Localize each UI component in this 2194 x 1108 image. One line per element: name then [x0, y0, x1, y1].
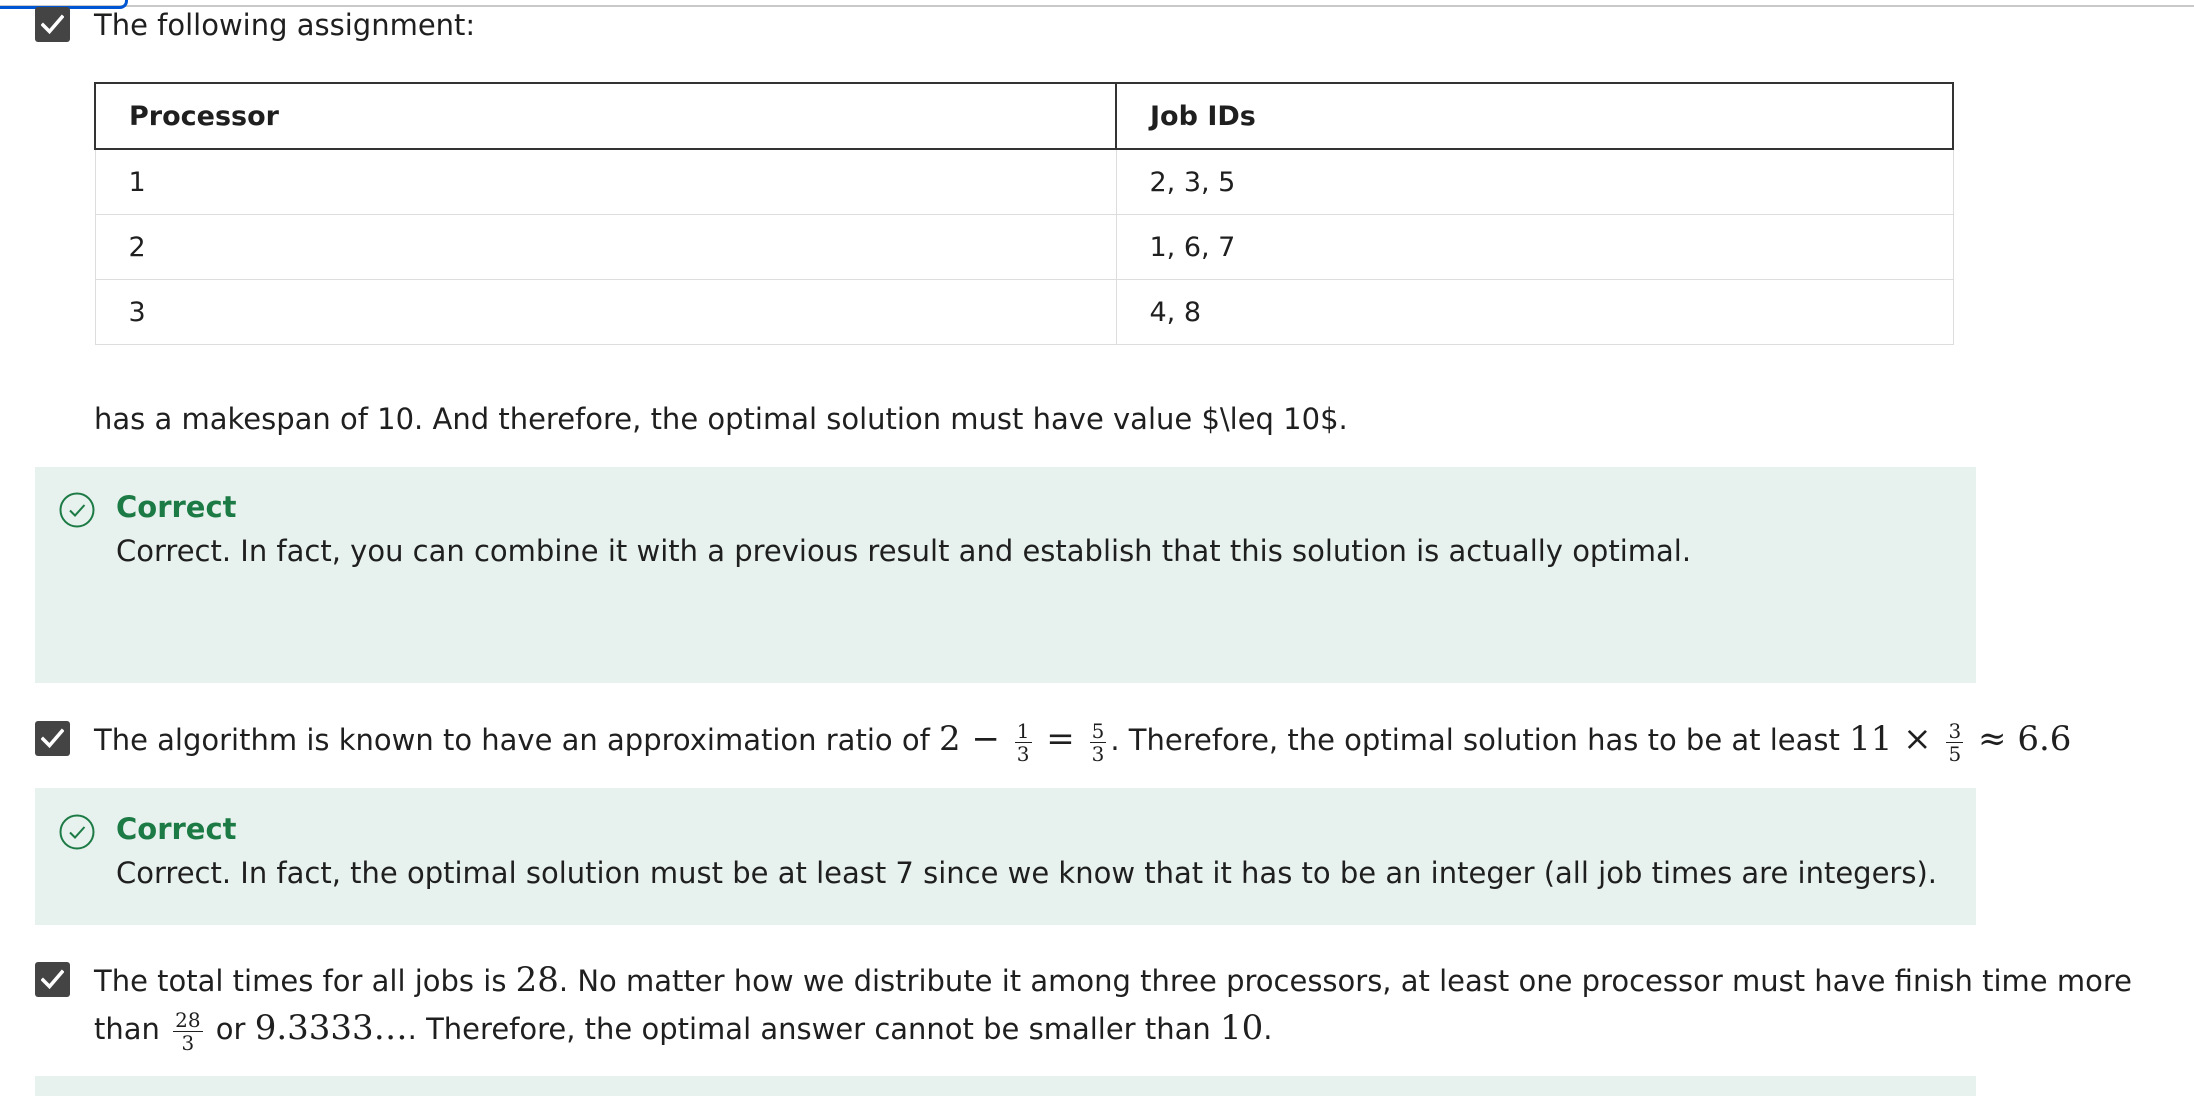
text-segment: than [94, 1012, 170, 1046]
feedback-body: Correct. In fact, you can combine it wit… [116, 534, 1692, 568]
text-segment: . [1263, 1012, 1273, 1046]
assignment-table: Processor Job IDs 1 2, 3, 5 2 1, 6, 7 3 … [94, 82, 1954, 345]
check-circle-icon [59, 814, 95, 850]
option-2-text: The algorithm is known to have an approx… [94, 715, 2071, 765]
column-header-processor: Processor [94, 82, 1117, 150]
math-operator: × [1892, 719, 1943, 759]
math-fraction: 35 [1946, 718, 1964, 766]
fraction-numerator: 3 [1946, 718, 1964, 743]
column-header-job-ids: Job IDs [1115, 82, 1954, 150]
feedback-box-2: Correct Correct. In fact, the optimal so… [35, 788, 1976, 925]
math-fraction: 28 3 [173, 1007, 203, 1055]
table-cell-processor: 3 [94, 279, 1117, 345]
option-3-line-1: The total times for all jobs is 28. No m… [94, 956, 2132, 1005]
table-cell-processor: 2 [94, 214, 1117, 280]
math-number: 9.3333… [254, 1008, 408, 1048]
fraction-numerator: 5 [1089, 718, 1107, 743]
option-3-checkbox[interactable] [35, 962, 70, 997]
option-2-checkbox[interactable] [35, 721, 70, 756]
text-segment: . No matter how we distribute it among t… [558, 964, 2132, 998]
option-1-intro: The following assignment: [94, 8, 476, 42]
check-circle-icon [59, 492, 95, 528]
math-number: 28 [515, 960, 559, 1000]
table-header-row: Processor Job IDs [94, 82, 1954, 150]
text-segment: or [206, 1012, 255, 1046]
feedback-body: Correct. In fact, the optimal solution m… [116, 856, 1937, 890]
option-3-line-2: than 28 3 or 9.3333…. Therefore, the opti… [94, 1004, 1272, 1054]
fraction-denominator: 3 [181, 1030, 195, 1055]
math-number: 10 [1219, 1008, 1264, 1048]
table-cell-processor: 1 [94, 148, 1117, 215]
table-cell-job-ids: 4, 8 [1115, 279, 1954, 345]
feedback-box-3 [35, 1076, 1976, 1096]
math-approx-value: ≈ 6.6 [1967, 719, 2072, 759]
check-icon [41, 14, 64, 35]
math-fraction: 53 [1089, 718, 1107, 766]
fraction-denominator: 3 [1016, 741, 1030, 766]
table-row: 2 1, 6, 7 [94, 214, 1954, 280]
text-segment: . Therefore, the optimal answer cannot b… [407, 1012, 1220, 1046]
text-segment: The algorithm is known to have an approx… [94, 723, 940, 757]
fraction-denominator: 5 [1948, 741, 1962, 766]
table-row: 3 4, 8 [94, 279, 1954, 345]
fraction-numerator: 1 [1014, 718, 1032, 743]
table-cell-job-ids: 1, 6, 7 [1115, 214, 1954, 280]
table-row: 1 2, 3, 5 [94, 148, 1954, 215]
text-segment: . Therefore, the optimal solution has to… [1110, 723, 1850, 757]
math-number: 2 [939, 719, 961, 759]
table-cell-job-ids: 2, 3, 5 [1115, 148, 1954, 215]
option-1-conclusion: has a makespan of 10. And therefore, the… [94, 402, 1348, 436]
feedback-box-1: Correct Correct. In fact, you can combin… [35, 467, 1976, 683]
feedback-title: Correct [116, 812, 237, 846]
option-1-checkbox[interactable] [35, 7, 70, 42]
feedback-title: Correct [116, 490, 237, 524]
check-icon [41, 969, 64, 990]
check-icon [41, 728, 64, 749]
math-operator: = [1035, 719, 1086, 759]
text-segment: The total times for all jobs is [94, 964, 516, 998]
fraction-denominator: 3 [1091, 741, 1105, 766]
math-fraction: 13 [1014, 718, 1032, 766]
math-operator: − [960, 719, 1011, 759]
math-number: 11 [1849, 719, 1893, 759]
fraction-numerator: 28 [173, 1007, 203, 1032]
